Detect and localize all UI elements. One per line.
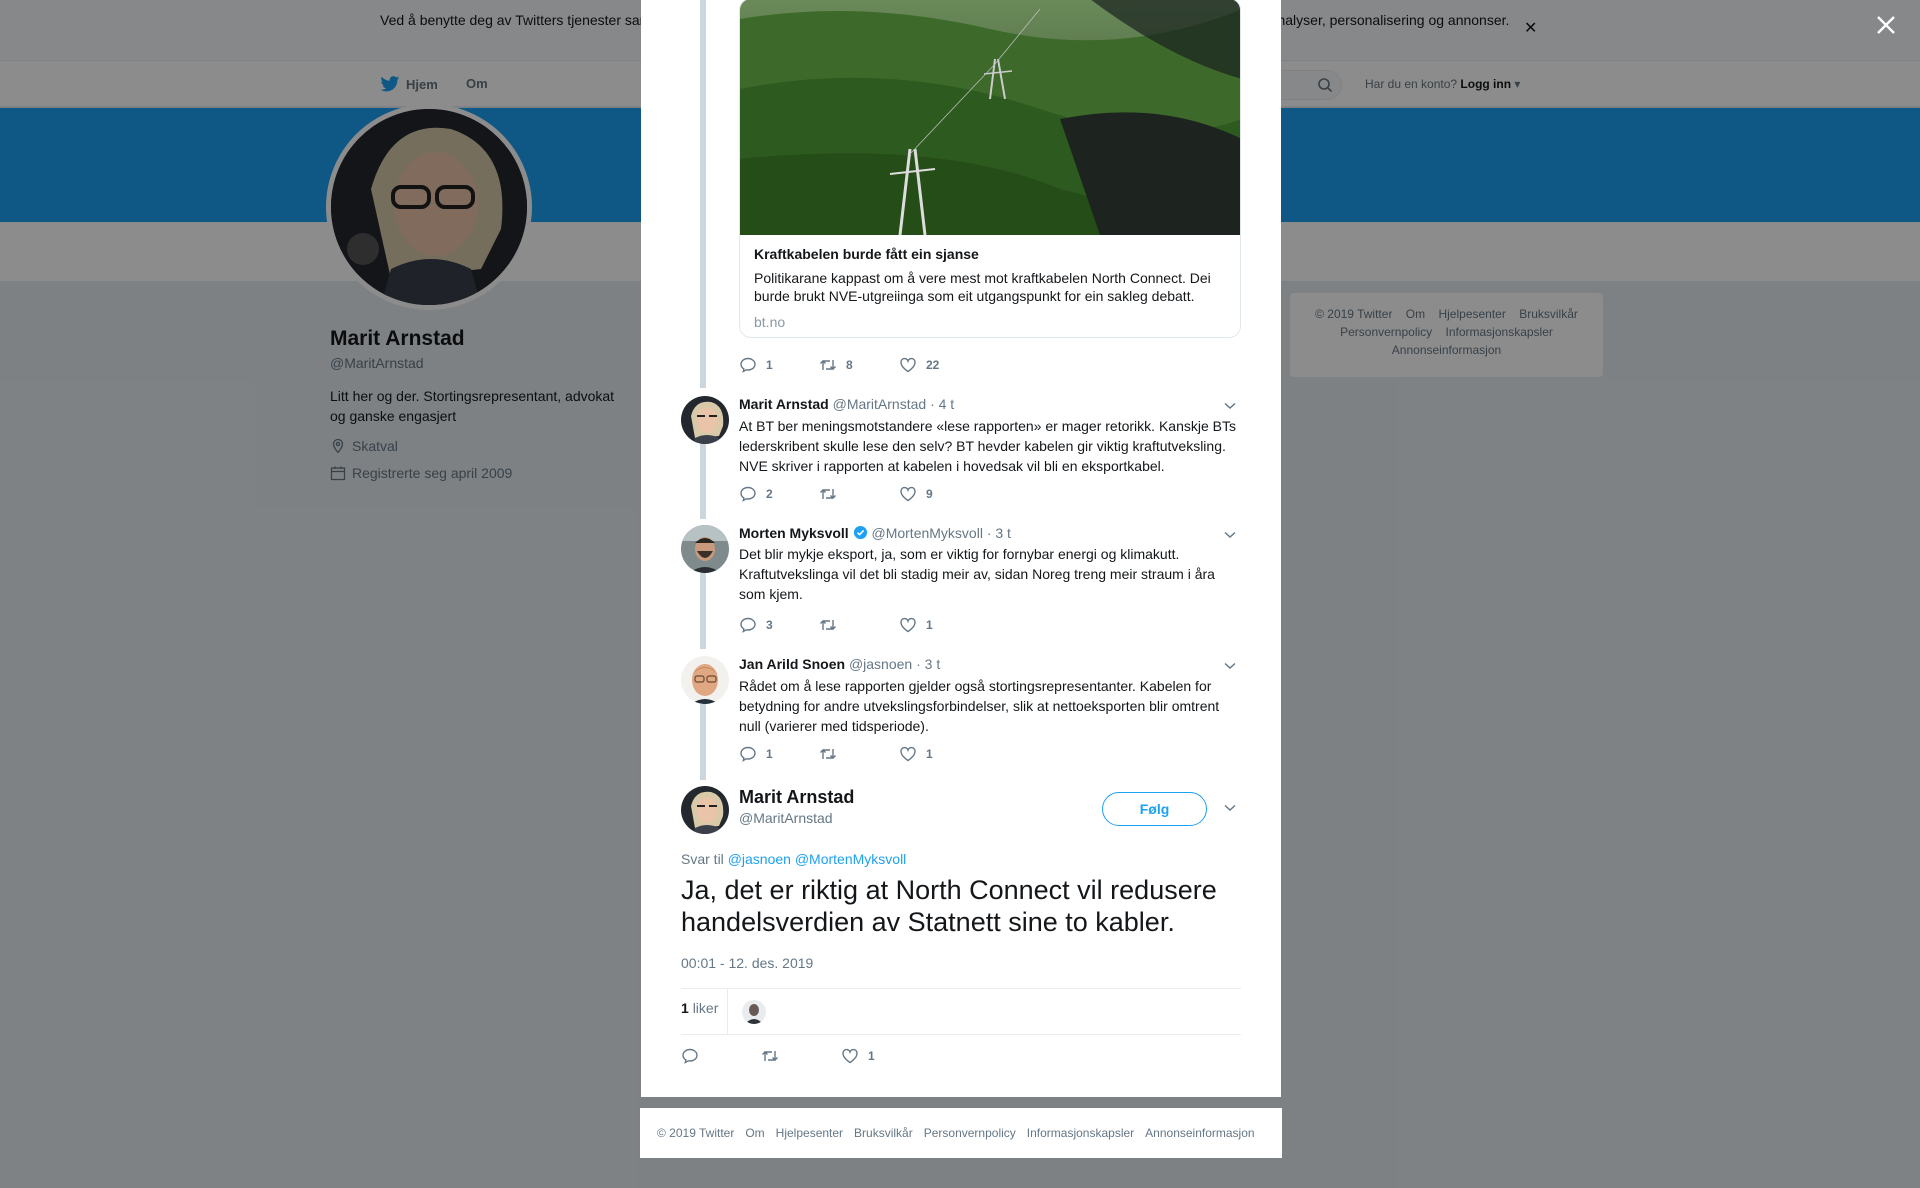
divider [727,988,728,1034]
main-tweet-author-name[interactable]: Marit Arnstad [739,787,854,808]
avatar[interactable] [681,525,729,573]
liker-avatar[interactable] [742,1000,766,1024]
heart-icon [900,746,916,762]
retweet-icon [762,1051,778,1061]
reply-count: 1 [766,747,773,761]
retweet-button[interactable]: 8 [819,356,853,374]
reply-author-handle[interactable]: @MortenMyksvoll [871,525,982,541]
reply-header: Marit Arnstad @MaritArnstad · 4 t [739,396,954,412]
tweet-modal: Kraftkabelen burde fått ein sjanse Polit… [641,0,1281,1097]
retweet-count: 8 [846,358,853,372]
card-domain: bt.no [754,314,786,330]
likes-stat[interactable]: 1 liker [681,1000,718,1016]
retweet-icon [820,620,836,630]
footer-link[interactable]: Bruksvilkår [854,1126,913,1140]
divider [681,988,1241,989]
heart-icon [900,357,916,373]
reply-icon [740,486,756,502]
reply-button[interactable]: 1 [739,745,773,763]
reply-button[interactable] [681,1047,708,1065]
chevron-down-icon[interactable] [1224,662,1236,670]
reply-icon [740,357,756,373]
close-icon[interactable] [1873,12,1899,38]
like-button[interactable]: 1 [899,745,933,763]
reply-author-handle[interactable]: @MaritArnstad [833,396,927,412]
retweet-icon [820,489,836,499]
like-button[interactable]: 1 [841,1047,875,1065]
reply-count: 3 [766,618,773,632]
card-description: Politikarane kappast om å vere mest mot … [754,270,1211,304]
likes-stat-number: 1 [681,1000,689,1016]
reply-button[interactable]: 2 [739,485,773,503]
reply-icon [740,746,756,762]
reply-to-users[interactable]: @jasnoen @MortenMyksvoll [728,851,907,867]
thread-line [700,443,706,519]
chevron-down-icon[interactable] [1224,804,1236,812]
link-preview-card[interactable]: Kraftkabelen burde fått ein sjanse Polit… [739,0,1241,338]
thread-line [700,704,706,780]
reply-icon [682,1048,698,1064]
card-title[interactable]: Kraftkabelen burde fått ein sjanse [754,246,1226,262]
thread-line [700,573,706,649]
reply-author-name[interactable]: Morten Myksvoll [739,525,849,541]
main-tweet-text: Ja, det er riktig at North Connect vil r… [681,875,1217,937]
main-tweet-author-handle[interactable]: @MaritArnstad [739,810,833,826]
likes-stat-label: liker [692,1000,719,1016]
card-image [740,0,1240,235]
reply-author-handle[interactable]: @jasnoen [849,656,912,672]
heart-icon [900,486,916,502]
footer-link[interactable]: Hjelpesenter [776,1126,843,1140]
avatar[interactable] [681,656,729,704]
reply-header: Morten Myksvoll @MortenMyksvoll · 3 t [739,525,1011,541]
reply-to-line: Svar til @jasnoen @MortenMyksvoll [681,851,906,867]
reply-time[interactable]: · 3 t [987,525,1011,541]
heart-icon [900,617,916,633]
footer-link[interactable]: Annonseinformasjon [1145,1126,1254,1140]
reply-time[interactable]: · 3 t [916,656,940,672]
reply-author-name[interactable]: Marit Arnstad [739,396,829,412]
reply-count: 1 [766,358,773,372]
like-button[interactable]: 22 [899,356,939,374]
follow-button[interactable]: Følg [1102,792,1207,826]
like-count: 1 [926,618,933,632]
reply-to-label: Svar til [681,851,724,867]
retweet-button[interactable] [819,485,846,503]
like-button[interactable]: 9 [899,485,933,503]
retweet-icon [820,749,836,759]
verified-icon [853,525,867,540]
reply-author-name[interactable]: Jan Arild Snoen [739,656,845,672]
like-count: 9 [926,487,933,501]
retweet-button[interactable] [819,616,846,634]
reply-icon [740,617,756,633]
reply-button[interactable]: 1 [739,356,773,374]
reply-header: Jan Arild Snoen @jasnoen · 3 t [739,656,940,672]
avatar[interactable] [681,786,729,834]
chevron-down-icon[interactable] [1224,402,1236,410]
retweet-button[interactable] [819,745,846,763]
footer-link[interactable]: Om [745,1126,764,1140]
modal-footer: © 2019 Twitter Om Hjelpesenter Bruksvilk… [640,1108,1282,1158]
footer-link[interactable]: © 2019 Twitter [657,1126,734,1140]
avatar[interactable] [681,396,729,444]
like-count: 1 [868,1049,875,1063]
reply-count: 2 [766,487,773,501]
footer-link[interactable]: Personvernpolicy [924,1126,1016,1140]
reply-button[interactable]: 3 [739,616,773,634]
reply-time[interactable]: · 4 t [930,396,954,412]
footer-link[interactable]: Informasjonskapsler [1027,1126,1134,1140]
thread-line [700,0,706,388]
retweet-icon [820,360,836,370]
reply-text: Det blir mykje eksport, ja, som er vikti… [739,546,1215,602]
main-tweet-timestamp[interactable]: 00:01 - 12. des. 2019 [681,955,813,971]
retweet-button[interactable] [761,1047,788,1065]
like-count: 1 [926,747,933,761]
like-count: 22 [926,358,940,372]
chevron-down-icon[interactable] [1224,531,1236,539]
reply-text: Rådet om å lese rapporten gjelder også s… [739,678,1220,734]
divider [681,1034,1241,1035]
heart-icon [842,1048,858,1064]
like-button[interactable]: 1 [899,616,933,634]
reply-text: At BT ber meningsmotstandere «lese rappo… [739,418,1236,474]
